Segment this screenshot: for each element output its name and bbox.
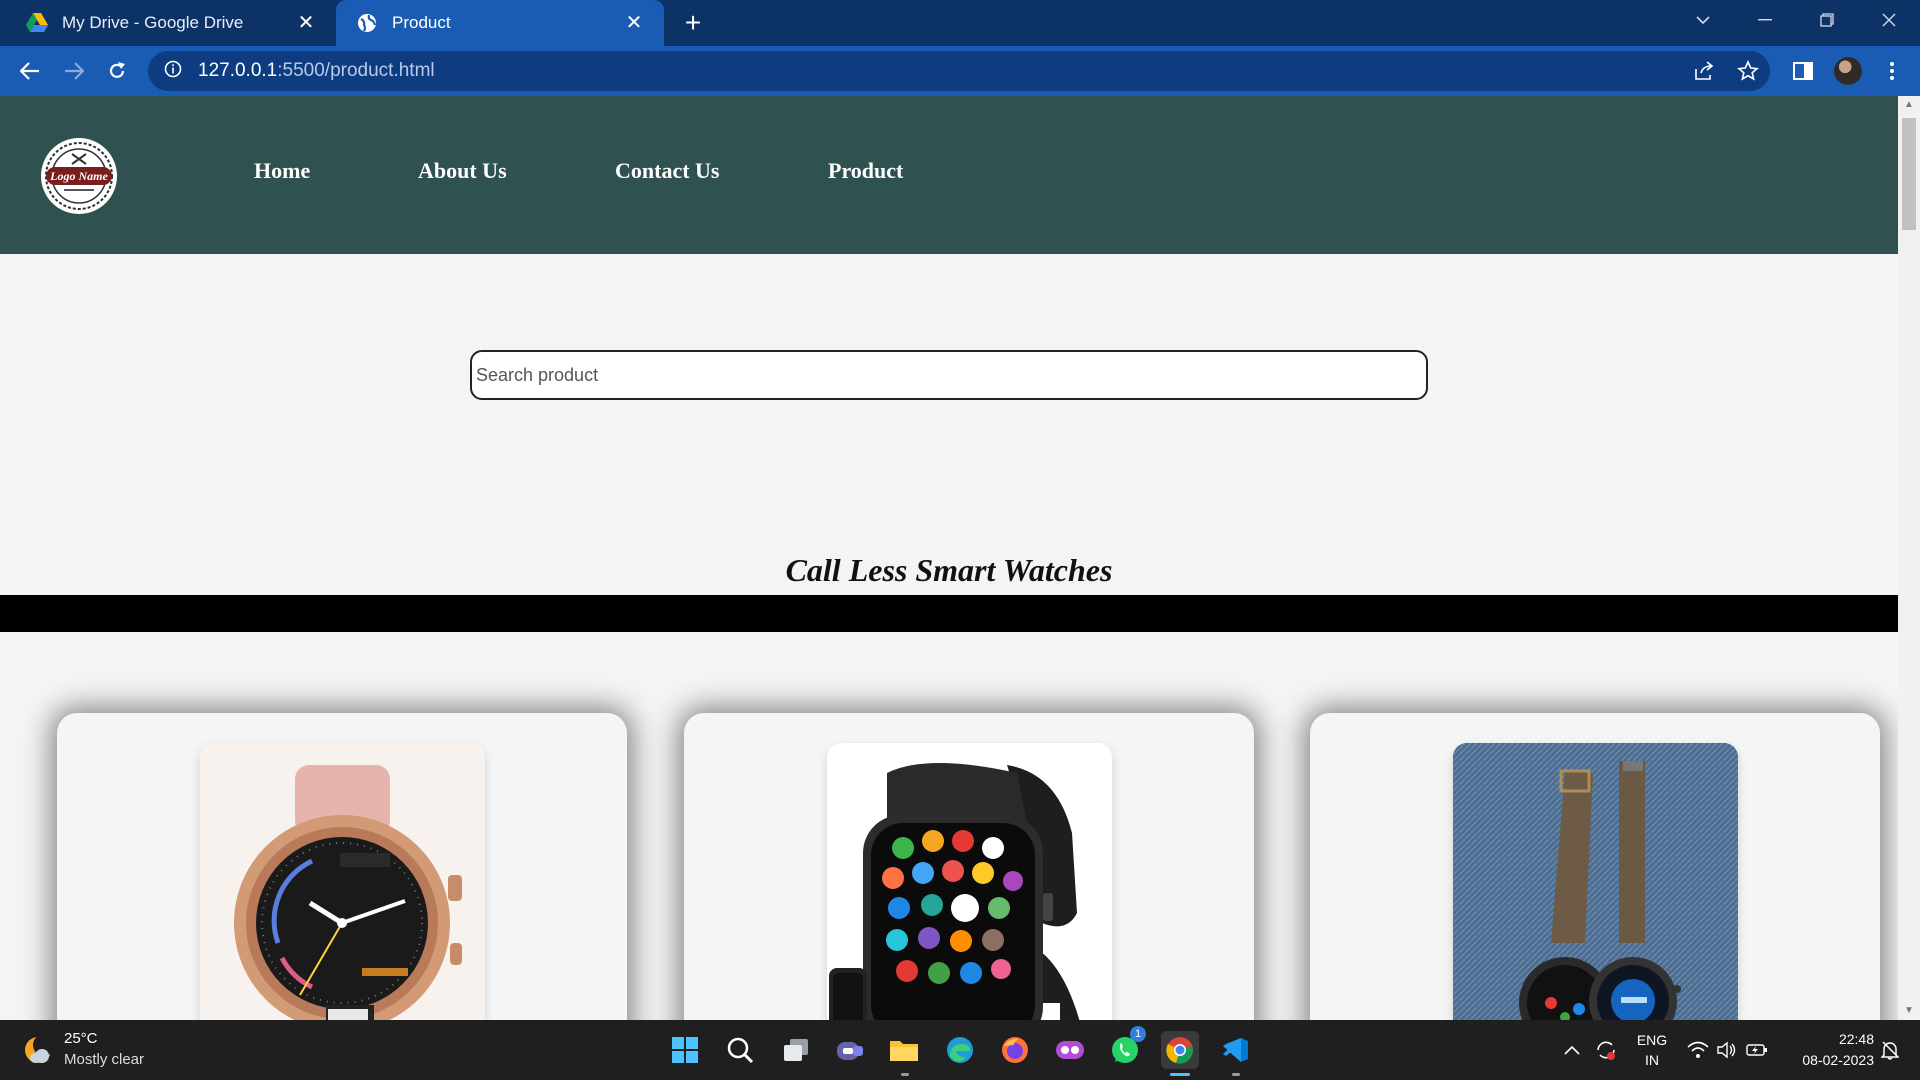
info-icon[interactable] — [164, 60, 182, 83]
section-title: Call Less Smart Watches — [785, 552, 1113, 588]
tab-product[interactable]: Product ✕ — [336, 0, 664, 46]
close-tab-icon[interactable]: ✕ — [622, 11, 646, 35]
section-divider-band — [0, 595, 1898, 632]
nav-product[interactable]: Product — [828, 158, 903, 184]
globe-icon — [356, 12, 378, 34]
nav-home[interactable]: Home — [254, 158, 310, 184]
windows-taskbar: 25°C Mostly clear 1 ENG IN 22:48 08-02-2… — [0, 1020, 1920, 1080]
back-arrow-icon[interactable] — [14, 55, 46, 87]
edge-icon[interactable] — [941, 1031, 979, 1069]
address-bar[interactable]: 127.0.0.1:5500/product.html — [148, 51, 1770, 91]
google-drive-icon — [26, 12, 48, 34]
file-explorer-icon[interactable] — [885, 1031, 923, 1069]
nav-contact-us[interactable]: Contact Us — [615, 158, 720, 184]
product-image-black-square-watch[interactable] — [827, 743, 1112, 1020]
url-path: :5500/product.html — [277, 60, 435, 81]
weather-temperature[interactable]: 25°C — [64, 1030, 98, 1047]
vscode-icon[interactable] — [1216, 1031, 1254, 1069]
language-bottom[interactable]: IN — [1634, 1052, 1670, 1068]
browser-toolbar: 127.0.0.1:5500/product.html — [0, 46, 1920, 96]
scrollbar-thumb[interactable] — [1902, 118, 1916, 230]
tab-search-chevron-icon[interactable] — [1672, 0, 1734, 40]
product-image-rose-gold-watch[interactable] — [200, 743, 485, 1020]
firefox-icon[interactable] — [996, 1031, 1034, 1069]
url-host: 127.0.0.1 — [198, 60, 278, 81]
battery-icon[interactable] — [1744, 1031, 1770, 1069]
volume-icon[interactable] — [1714, 1031, 1740, 1069]
tab-google-drive[interactable]: My Drive - Google Drive ✕ — [0, 0, 336, 46]
minimize-icon[interactable] — [1734, 0, 1796, 40]
search-product-input[interactable] — [470, 350, 1428, 400]
page-scrollbar[interactable]: ▲ ▼ — [1898, 96, 1920, 1020]
chrome-icon[interactable] — [1161, 1031, 1199, 1069]
weather-description[interactable]: Mostly clear — [64, 1051, 144, 1068]
profile-avatar[interactable] — [1834, 57, 1862, 85]
start-icon[interactable] — [666, 1031, 704, 1069]
side-panel-icon[interactable] — [1787, 55, 1819, 87]
product-card[interactable] — [57, 713, 627, 1020]
new-tab-button[interactable]: + — [678, 8, 708, 38]
scroll-down-icon[interactable]: ▼ — [1898, 1002, 1920, 1020]
reload-icon[interactable] — [101, 55, 133, 87]
product-card[interactable] — [684, 713, 1254, 1020]
restore-icon[interactable] — [1796, 0, 1858, 40]
task-view-icon[interactable] — [777, 1031, 815, 1069]
product-image-two-round-watches[interactable] — [1453, 743, 1738, 1020]
vscode-running-indicator — [1232, 1073, 1240, 1076]
tab-title: Product — [392, 13, 451, 32]
clock-date[interactable]: 08-02-2023 — [1782, 1052, 1874, 1068]
forward-arrow-icon[interactable] — [58, 55, 90, 87]
wifi-icon[interactable] — [1684, 1031, 1712, 1069]
search-icon[interactable] — [721, 1031, 759, 1069]
browser-tab-strip: My Drive - Google Drive ✕ Product ✕ + — [0, 0, 1920, 46]
chrome-active-indicator — [1170, 1073, 1190, 1076]
site-logo[interactable]: Logo Name — [34, 136, 124, 216]
teams-icon[interactable] — [831, 1031, 869, 1069]
site-header: Logo Name Home About Us Contact Us Produ… — [0, 96, 1898, 254]
notification-bell-icon[interactable] — [1878, 1031, 1902, 1069]
close-window-icon[interactable] — [1858, 0, 1920, 40]
tab-title: My Drive - Google Drive — [62, 13, 244, 32]
whatsapp-notification-badge: 1 — [1130, 1026, 1146, 1042]
share-icon[interactable] — [1688, 55, 1720, 87]
language-top[interactable]: ENG — [1634, 1032, 1670, 1048]
game-app-icon[interactable] — [1051, 1031, 1089, 1069]
bookmark-star-icon[interactable] — [1732, 55, 1764, 87]
scroll-up-icon[interactable]: ▲ — [1898, 96, 1920, 114]
sync-icon[interactable] — [1592, 1031, 1620, 1069]
close-tab-icon[interactable]: ✕ — [294, 11, 318, 35]
logo-text: Logo Name — [49, 169, 108, 183]
page-viewport: Logo Name Home About Us Contact Us Produ… — [0, 96, 1920, 1020]
more-menu-icon[interactable] — [1876, 55, 1908, 87]
file-explorer-running-indicator — [901, 1073, 909, 1076]
moon-weather-icon[interactable] — [22, 1034, 55, 1066]
nav-about-us[interactable]: About Us — [418, 158, 507, 184]
product-card[interactable] — [1310, 713, 1880, 1020]
chevron-up-icon[interactable] — [1560, 1031, 1584, 1069]
clock-time[interactable]: 22:48 — [1782, 1031, 1874, 1047]
